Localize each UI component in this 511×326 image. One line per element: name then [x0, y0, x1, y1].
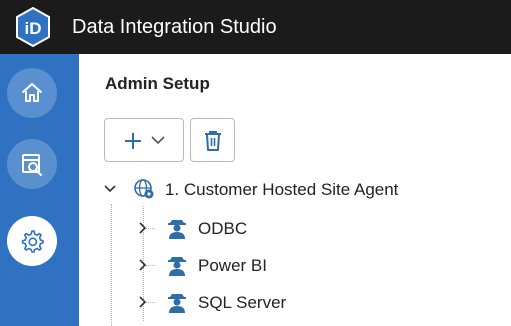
search-report-icon	[22, 154, 42, 176]
logo-icon[interactable]: iD	[15, 6, 51, 48]
chevron-right-icon[interactable]	[136, 295, 150, 309]
nav-search-report-button[interactable]	[7, 139, 57, 189]
add-button[interactable]	[104, 118, 184, 162]
tree-node-label: Power BI	[198, 256, 267, 275]
main-panel: Admin Setup 1. Customer Hosted Site Agen…	[79, 54, 511, 326]
tree-node-power-bi[interactable]: Power BI	[136, 253, 336, 279]
delete-button[interactable]	[190, 118, 235, 162]
nav-home-button[interactable]	[7, 68, 57, 118]
chevron-down-icon[interactable]	[151, 135, 165, 145]
tree-node-label: 1. Customer Hosted Site Agent	[165, 180, 399, 199]
gear-icon	[21, 230, 44, 253]
trash-icon	[205, 131, 221, 151]
tree-node-sql-server[interactable]: SQL Server	[136, 290, 336, 316]
page-title: Admin Setup	[105, 74, 210, 93]
svg-text:iD: iD	[25, 19, 42, 38]
agent-icon	[168, 220, 186, 239]
agent-icon	[168, 257, 186, 276]
chevron-right-icon[interactable]	[136, 258, 150, 272]
chevron-right-icon[interactable]	[136, 221, 150, 235]
agent-icon	[168, 294, 186, 313]
globe-gear-icon	[134, 179, 154, 199]
tree-connector	[111, 204, 112, 326]
top-bar: iD Data Integration Studio	[0, 0, 511, 54]
plus-icon	[125, 133, 141, 149]
tree-node-root[interactable]: 1. Customer Hosted Site Agent	[103, 177, 483, 203]
app-title: Data Integration Studio	[72, 16, 277, 38]
nav-admin-button[interactable]	[7, 216, 57, 266]
chevron-down-icon[interactable]	[103, 182, 117, 196]
home-icon	[22, 83, 42, 102]
sidebar	[0, 54, 79, 326]
tree-node-odbc[interactable]: ODBC	[136, 216, 336, 242]
tree-node-label: SQL Server	[198, 293, 287, 312]
tree-node-label: ODBC	[198, 219, 248, 238]
